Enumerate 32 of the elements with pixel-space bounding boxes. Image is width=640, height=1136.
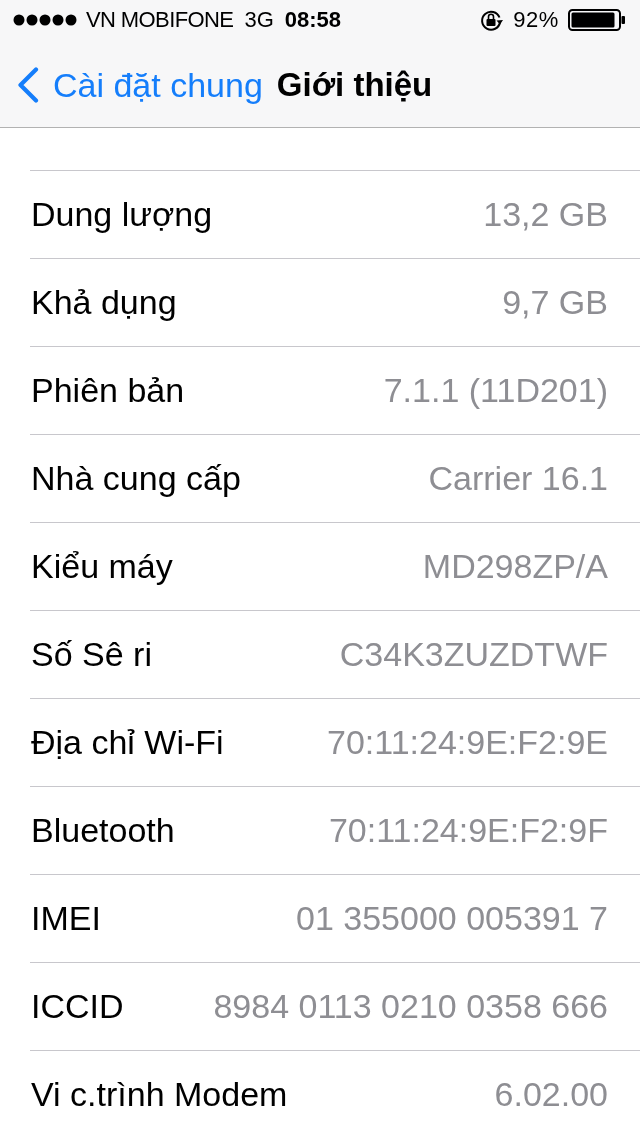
signal-strength-icon [13, 14, 77, 26]
setting-label: IMEI [31, 899, 101, 938]
setting-value: 6.02.00 [494, 1075, 608, 1114]
setting-value: 01 355000 005391 7 [296, 899, 608, 938]
setting-label: Phiên bản [31, 371, 185, 410]
setting-value: 9,7 GB [502, 283, 608, 322]
network-type: 3G [244, 7, 274, 33]
setting-value: MD298ZP/A [422, 547, 608, 586]
back-chevron-icon [16, 67, 40, 103]
setting-value: 13,2 GB [483, 195, 608, 234]
setting-label: Số Sê ri [31, 635, 152, 674]
setting-label: Kiểu máy [31, 547, 173, 586]
setting-label: Địa chỉ Wi-Fi [31, 723, 224, 762]
setting-label: Khả dụng [31, 283, 177, 322]
setting-value: 8984 0113 0210 0358 666 [213, 987, 608, 1026]
status-time: 08:58 [284, 7, 342, 33]
back-button[interactable]: Cài đặt chung [16, 65, 263, 105]
setting-value: 7.1.1 (11D201) [383, 371, 608, 410]
page-title: Giới thiệu [276, 66, 433, 104]
setting-value: 70:11:24:9E:F2:9F [328, 811, 608, 850]
carrier-name: VN MOBIFONE [86, 7, 234, 33]
battery-percentage: 92% [513, 7, 559, 33]
setting-label: Nhà cung cấp [31, 459, 241, 498]
setting-label: Dung lượng [31, 195, 213, 234]
setting-value: Carrier 16.1 [428, 459, 608, 498]
setting-value: 70:11:24:9E:F2:9E [327, 723, 608, 762]
setting-label: Bluetooth [31, 811, 175, 850]
rotation-lock-icon [479, 8, 504, 32]
setting-label: ICCID [31, 987, 124, 1026]
battery-icon [568, 9, 626, 31]
setting-value: C34K3ZUZDTWF [339, 635, 608, 674]
setting-label: Vi c.trình Modem [31, 1075, 288, 1114]
